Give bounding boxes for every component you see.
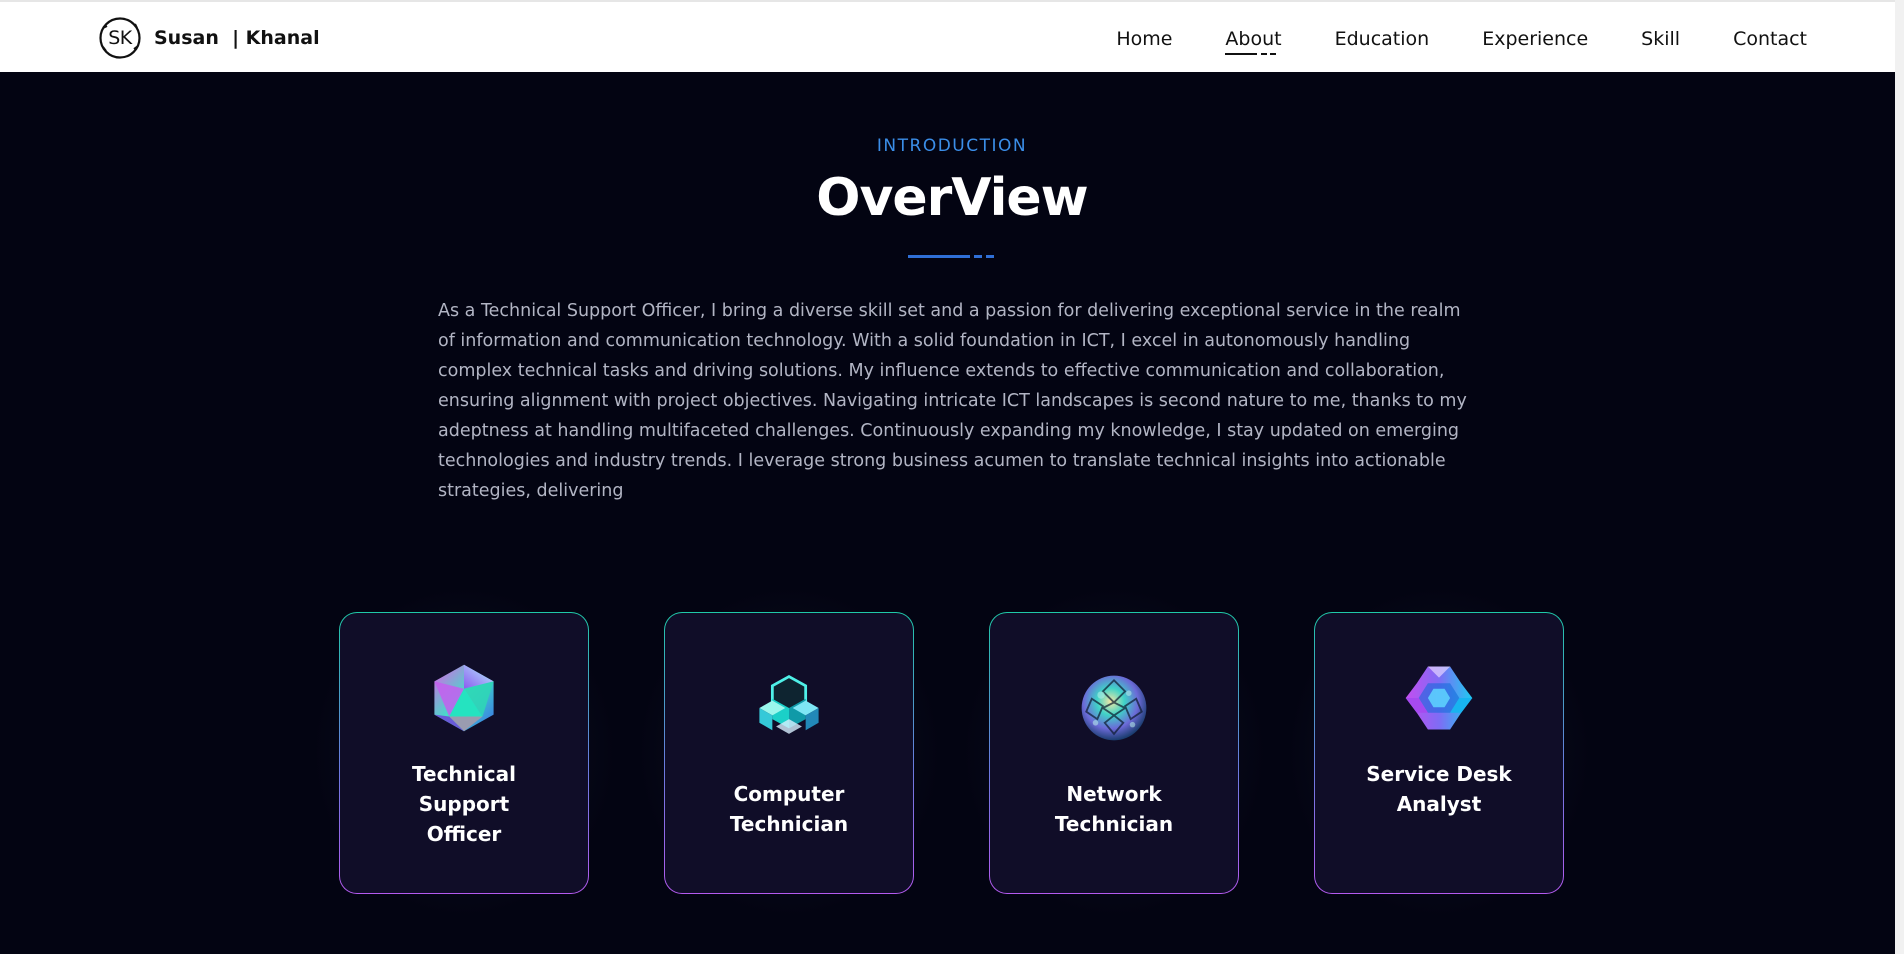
nav-skill[interactable]: Skill [1641, 26, 1680, 52]
crystal-sphere-icon [1081, 675, 1147, 741]
logo-text: SK [108, 27, 132, 49]
role-card-body: Computer Technician [665, 613, 913, 893]
role-card[interactable]: Service Desk Analyst [1314, 612, 1564, 894]
role-card-title: Network Technician [1054, 782, 1174, 836]
nav-contact[interactable]: Contact [1733, 26, 1807, 52]
section-title: OverView [816, 168, 1088, 228]
nav-education[interactable]: Education [1335, 26, 1430, 52]
role-card-title: Computer Technician [729, 782, 849, 836]
logo[interactable]: SK [98, 16, 142, 60]
nav-experience[interactable]: Experience [1482, 26, 1588, 52]
brand[interactable]: SK Susan | Khanal [98, 16, 320, 60]
role-card[interactable]: Computer Technician [664, 612, 914, 894]
role-card[interactable]: Network Technician [989, 612, 1239, 894]
underline-dash [974, 255, 982, 258]
nav-home[interactable]: Home [1116, 26, 1172, 52]
brand-name: Susan | Khanal [154, 27, 320, 49]
role-card-title: Technical Support Officer [412, 762, 516, 846]
navbar: SK Susan | Khanal Home About Education E… [0, 0, 1904, 72]
title-underline [908, 255, 996, 258]
role-card[interactable]: Technical Support Officer [339, 612, 589, 894]
role-card-title: Service Desk Analyst [1366, 762, 1512, 816]
nav-links: Home About Education Experience Skill Co… [1063, 26, 1807, 55]
crystal-hexagon-icon [1405, 666, 1473, 730]
underline-solid [908, 255, 970, 258]
page-scrollbar[interactable] [1895, 0, 1904, 954]
crystal-icosahedron-icon [434, 664, 494, 732]
crystal-cube-cluster-icon [759, 674, 819, 734]
role-card-body: Technical Support Officer [340, 613, 588, 893]
role-card-body: Service Desk Analyst [1315, 613, 1563, 893]
overview-paragraph: As a Technical Support Officer, I bring … [438, 301, 1467, 501]
section-eyebrow: INTRODUCTION [876, 136, 1028, 156]
underline-dash [986, 255, 994, 258]
nav-about[interactable]: About [1225, 26, 1282, 55]
role-cards: Technical Support Officer Computer Techn… [299, 572, 1604, 932]
role-card-body: Network Technician [990, 613, 1238, 893]
